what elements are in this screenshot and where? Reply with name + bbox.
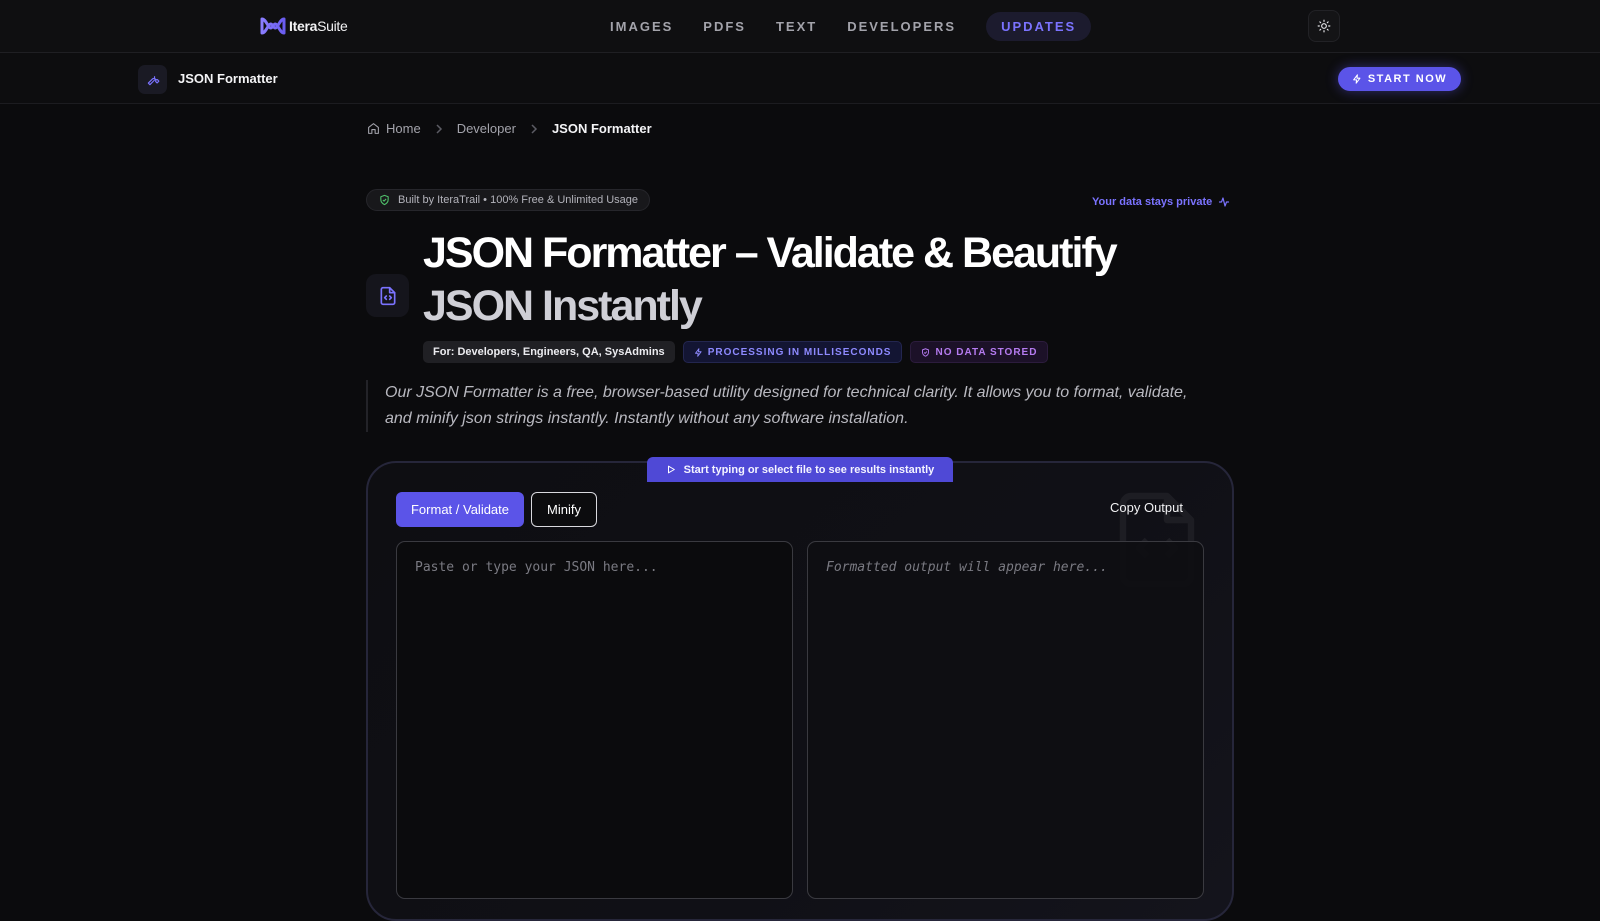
tool-name: JSON Formatter <box>178 71 278 86</box>
built-by-text: Built by IteraTrail • 100% Free & Unlimi… <box>398 194 639 206</box>
file-code-icon <box>380 286 395 305</box>
speed-tag: PROCESSING IN MILLISECONDS <box>682 341 903 363</box>
infinity-logo-icon <box>260 17 286 35</box>
speed-tag-label: PROCESSING IN MILLISECONDS <box>707 346 892 358</box>
top-navigation: IteraSuite IMAGES PDFS TEXT DEVELOPERS U… <box>0 0 1600 53</box>
start-typing-hint: Start typing or select file to see resul… <box>647 457 953 482</box>
built-by-badge: Built by IteraTrail • 100% Free & Unlimi… <box>366 189 651 211</box>
breadcrumb-current: JSON Formatter <box>551 121 652 136</box>
shield-check-icon <box>922 347 930 357</box>
privacy-text: Your data stays private <box>1092 196 1213 208</box>
start-now-label: START NOW <box>1367 73 1448 85</box>
privacy-note: Your data stays private <box>1092 196 1230 208</box>
breadcrumb-home[interactable]: Home <box>367 121 421 136</box>
theme-toggle-button[interactable] <box>1308 10 1340 42</box>
nav-link-developers[interactable]: DEVELOPERS <box>847 19 956 34</box>
minify-button[interactable]: Minify <box>531 492 597 527</box>
tool-subbar: JSON Formatter START NOW <box>0 53 1600 104</box>
format-validate-button[interactable]: Format / Validate <box>396 492 524 527</box>
home-icon <box>368 123 379 134</box>
no-data-tag-label: NO DATA STORED <box>935 346 1038 358</box>
audience-tag: For: Developers, Engineers, QA, SysAdmin… <box>423 341 675 363</box>
brand-name-bold: Itera <box>289 18 318 34</box>
nav-link-text[interactable]: TEXT <box>776 19 817 34</box>
formatted-output[interactable] <box>807 541 1204 899</box>
breadcrumb: Home Developer JSON Formatter <box>367 121 652 136</box>
shield-check-icon <box>380 194 389 206</box>
tool-icon-badge <box>138 65 167 94</box>
main-nav: IMAGES PDFS TEXT DEVELOPERS UPDATES <box>610 0 1092 53</box>
sun-icon <box>1317 19 1331 33</box>
hint-text: Start typing or select file to see resul… <box>683 463 935 476</box>
brand-logo[interactable]: IteraSuite <box>259 15 348 37</box>
brand-name: IteraSuite <box>289 18 348 34</box>
lightning-icon <box>694 347 702 357</box>
breadcrumb-home-label: Home <box>386 121 421 136</box>
play-icon <box>667 465 675 474</box>
activity-icon <box>1219 197 1230 207</box>
lightning-icon <box>1352 74 1361 84</box>
tool-description: Our JSON Formatter is a free, browser-ba… <box>366 380 1195 432</box>
page-title-main: JSON Formatter – Validate & Beautify <box>423 229 1118 277</box>
chevron-right-icon <box>530 123 538 134</box>
chevron-right-icon <box>435 123 443 134</box>
page-title: JSON Formatter – Validate & Beautify JSO… <box>423 227 1183 333</box>
json-input[interactable] <box>396 541 793 899</box>
no-data-tag: NO DATA STORED <box>910 341 1049 363</box>
wrench-icon <box>147 75 159 85</box>
nav-link-images[interactable]: IMAGES <box>610 19 673 34</box>
feature-tags: For: Developers, Engineers, QA, SysAdmin… <box>423 341 1049 363</box>
nav-link-pdfs[interactable]: PDFS <box>703 19 746 34</box>
copy-output-button[interactable]: Copy Output <box>1110 500 1183 515</box>
breadcrumb-developer[interactable]: Developer <box>457 121 516 136</box>
nav-link-updates[interactable]: UPDATES <box>986 12 1092 41</box>
page-title-sub: JSON Instantly <box>423 282 703 330</box>
hero-icon-badge <box>366 274 409 317</box>
brand-name-light: Suite <box>317 18 348 34</box>
start-now-button[interactable]: START NOW <box>1338 67 1461 91</box>
